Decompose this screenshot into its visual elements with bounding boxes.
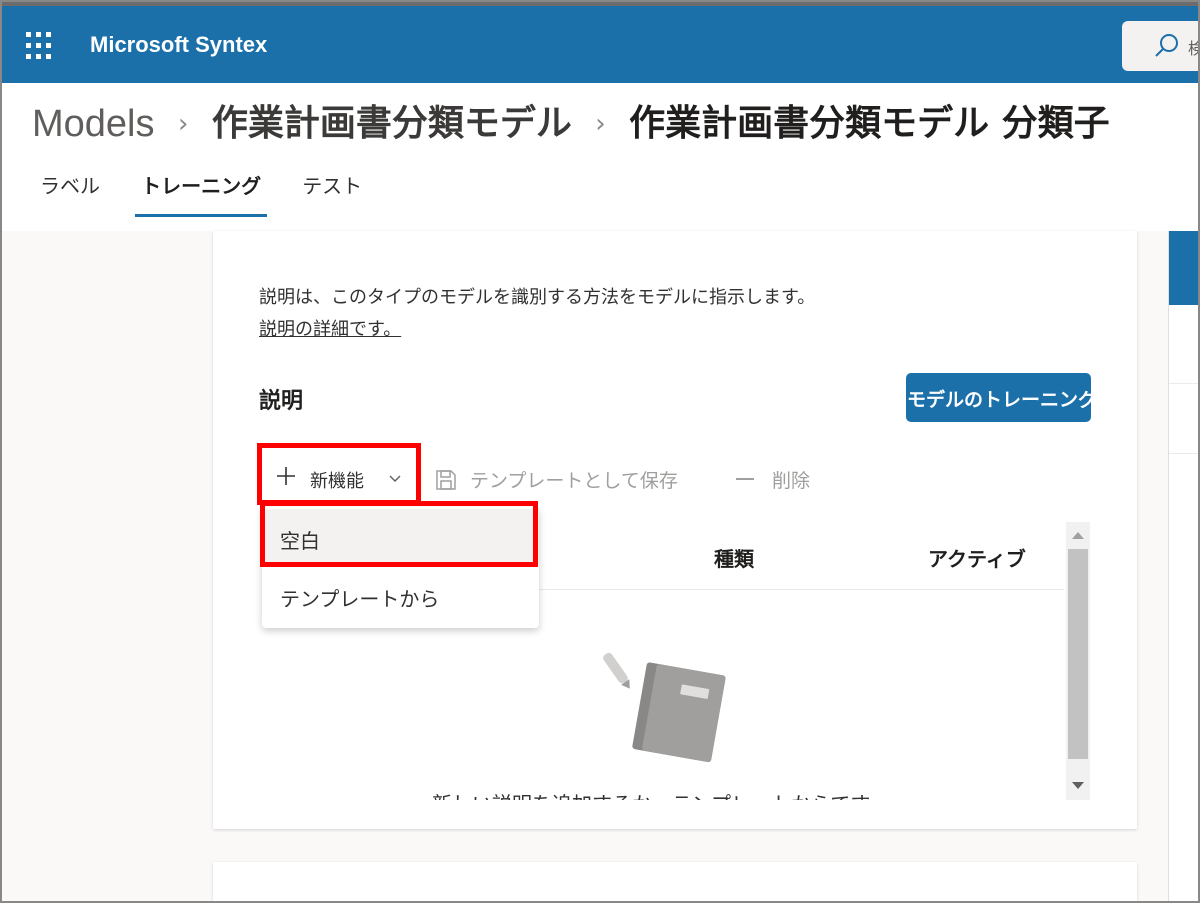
section-title: 説明 [259, 389, 304, 414]
new-feature-menu: 空白 テンプレートから [262, 507, 539, 628]
column-header-active[interactable]: アクティブ [928, 543, 1026, 572]
empty-state-clip: 新しい説明を追加するか、テンプレートからです。 [262, 784, 1064, 800]
tab-list: ラベル トレーニング テスト [40, 171, 398, 217]
menu-item-from-template[interactable]: テンプレートから [262, 567, 539, 623]
right-pane-header [1169, 231, 1200, 305]
plus-icon [277, 467, 295, 485]
save-icon [436, 470, 456, 490]
tab-labels[interactable]: ラベル [40, 171, 100, 217]
breadcrumb-separator: › [177, 109, 189, 139]
breadcrumb-item-model[interactable]: 作業計画書分類モデル [212, 102, 572, 146]
breadcrumb-separator: › [595, 109, 606, 139]
breadcrumb-item-models[interactable]: Models [32, 102, 155, 146]
save-as-template-label: テンプレートとして保存 [470, 470, 678, 492]
divider [1169, 383, 1200, 384]
new-feature-label: 新機能 [310, 471, 364, 492]
scrollbar-thumb[interactable] [1068, 549, 1088, 759]
secondary-card [213, 862, 1137, 903]
menu-item-from-template-label: テンプレートから [280, 587, 440, 611]
intro-text: 説明は、このタイプのモデルを識別する方法をモデルに指示します。 [259, 287, 816, 308]
scroll-up-arrow[interactable] [1072, 532, 1084, 539]
train-model-button[interactable]: モデルのトレーニング [906, 373, 1091, 422]
empty-state-text: 新しい説明を追加するか、テンプレートからです。 [432, 788, 888, 800]
top-app-bar: Microsoft Syntex 検 [0, 0, 1200, 83]
breadcrumb-item-classifier: 作業計画書分類モデル 分類子 [629, 103, 1110, 144]
column-header-type[interactable]: 種類 [714, 543, 754, 572]
learn-more-link[interactable]: 説明の詳細です。 [259, 315, 401, 341]
notebook-icon [603, 652, 726, 763]
menu-item-blank-label: 空白 [280, 529, 320, 553]
waffle-icon[interactable] [26, 32, 54, 60]
breadcrumb: Models › 作業計画書分類モデル › 作業計画書分類モデル 分類子 [32, 101, 1110, 146]
divider [1169, 453, 1200, 454]
new-feature-button[interactable]: 新機能 [268, 456, 416, 500]
train-model-button-label: モデルのトレーニング [906, 389, 1091, 411]
tab-training[interactable]: トレーニング [135, 171, 268, 217]
tab-test[interactable]: テスト [302, 171, 362, 217]
delete-label: 削除 [772, 470, 811, 492]
search-icon [1155, 34, 1178, 57]
scroll-down-arrow[interactable] [1072, 782, 1084, 789]
search-placeholder: 検 [1188, 39, 1200, 58]
page-header: Models › 作業計画書分類モデル › 作業計画書分類モデル 分類子 ラベル… [0, 83, 1200, 231]
right-pane [1168, 231, 1200, 903]
menu-item-blank[interactable]: 空白 [262, 509, 539, 565]
minus-icon [736, 478, 754, 480]
search-box[interactable]: 検 [1122, 21, 1200, 71]
app-title[interactable]: Microsoft Syntex [90, 32, 267, 58]
chevron-down-icon [389, 475, 401, 482]
